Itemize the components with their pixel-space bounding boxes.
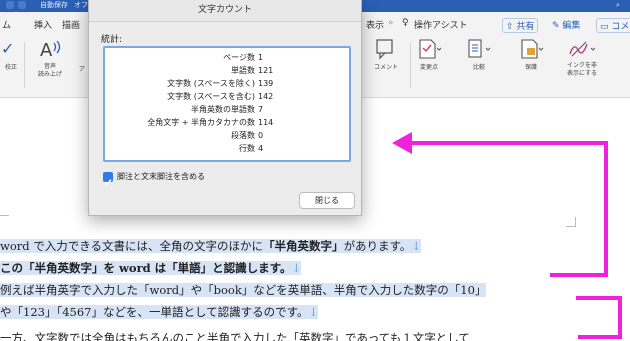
statistics-list[interactable]: ページ数 1 単語数 121 文字数 (スペースを除く) 139 文字数 (スペ…: [103, 46, 351, 162]
stat-row: 半角英数の単語数 7: [105, 104, 263, 116]
annotation-arrow: [392, 132, 622, 339]
stat-value: 7: [258, 105, 264, 114]
stat-row: 文字数 (スペースを含む) 142: [105, 91, 273, 103]
stat-label: ページ数: [223, 53, 255, 62]
word-count-dialog: 文字カウント 統計: ページ数 1 単語数 121 文字数 (スペースを除く) …: [88, 0, 362, 216]
stat-row: 行数 4: [105, 143, 263, 155]
stat-label: 全角文字 + 半角カタカナの数: [147, 118, 255, 127]
stat-row: 段落数 0: [105, 130, 263, 142]
dialog-title: 文字カウント: [89, 0, 361, 22]
stat-value: 121: [258, 66, 274, 75]
stat-row: 文字数 (スペースを除く) 139: [105, 78, 273, 90]
stat-value: 142: [258, 92, 274, 101]
include-footnotes-label: 脚注と文末脚注を含める: [117, 172, 205, 181]
stat-label: 文字数 (スペースを除く): [167, 79, 255, 88]
stat-value: 0: [258, 131, 264, 140]
stat-row: 単語数 121: [105, 65, 273, 77]
stat-row: 全角文字 + 半角カタカナの数 114: [105, 117, 273, 129]
stat-label: 単語数: [231, 66, 255, 75]
stat-label: 半角英数の単語数: [191, 105, 255, 114]
stat-label: 段落数: [231, 131, 255, 140]
statistics-label: 統計:: [101, 35, 123, 45]
stat-value: 114: [258, 118, 274, 127]
checkbox-checked-icon[interactable]: [103, 172, 113, 186]
stat-label: 行数: [239, 144, 255, 153]
stat-row: ページ数 1: [105, 52, 263, 64]
stat-label: 文字数 (スペースを含む): [167, 92, 255, 101]
close-button[interactable]: 閉じる: [299, 192, 355, 209]
stat-value: 139: [258, 79, 274, 88]
stat-value: 4: [258, 144, 264, 153]
stat-value: 1: [258, 53, 264, 62]
